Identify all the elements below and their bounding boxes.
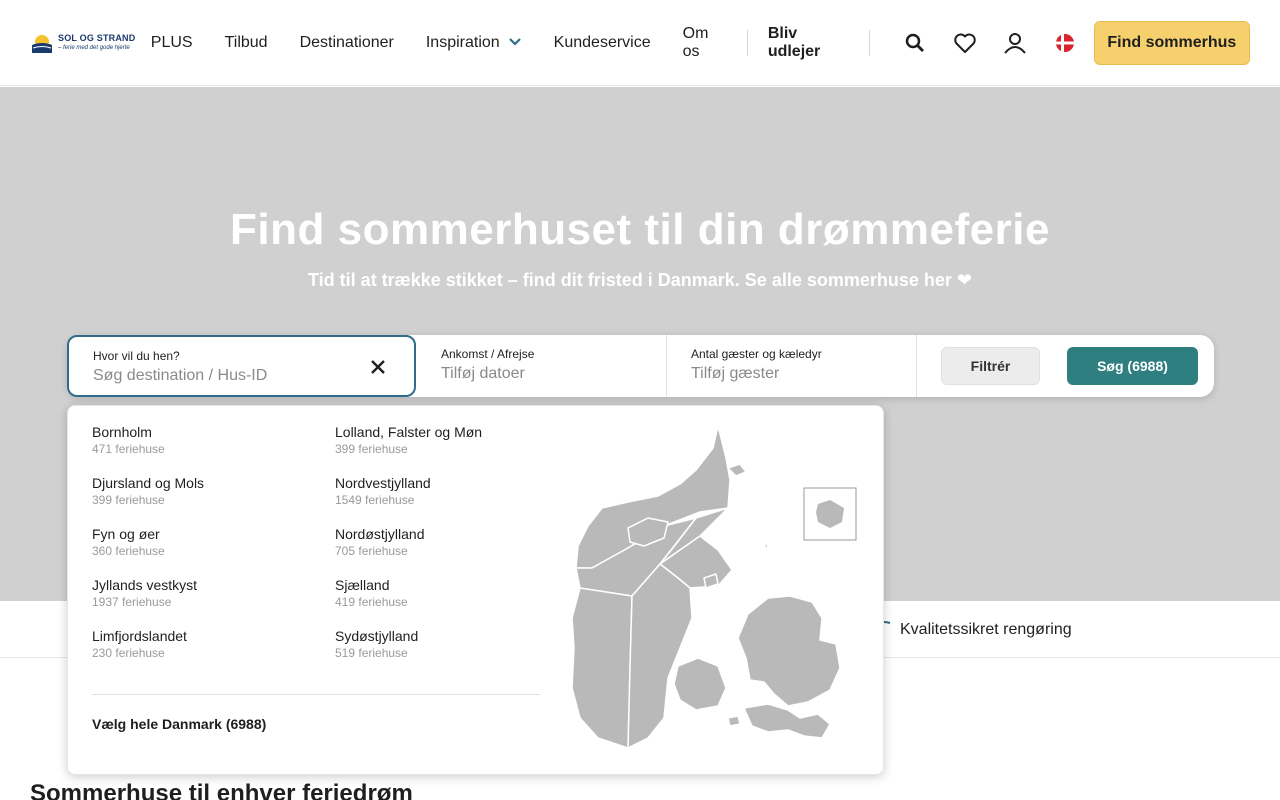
- region-option-sjaelland[interactable]: Sjælland 419 feriehuse: [335, 577, 408, 609]
- region-count: 230 feriehuse: [92, 646, 165, 660]
- destination-input[interactable]: Søg destination / Hus-ID: [93, 367, 390, 385]
- section-title: Sommerhuse til enhver feriedrøm: [30, 780, 413, 800]
- destination-label: Hvor vil du hen?: [93, 349, 180, 363]
- nav-item-om-os[interactable]: Om os: [683, 25, 727, 61]
- region-option-limfjordslandet[interactable]: Limfjordslandet 230 feriehuse: [92, 628, 187, 660]
- nav-item-tilbud[interactable]: Tilbud: [225, 34, 268, 52]
- search-icon[interactable]: [890, 23, 940, 63]
- region-option-sydostjylland[interactable]: Sydøstjylland 519 feriehuse: [335, 628, 418, 660]
- region-option-jyllands-vestkyst[interactable]: Jyllands vestkyst 1937 feriehuse: [92, 577, 197, 609]
- map-region-sjaelland: [737, 595, 841, 707]
- guests-field[interactable]: Antal gæster og kæledyr Tilføj gæster: [667, 335, 917, 397]
- region-name: Sydøstjylland: [335, 628, 419, 644]
- map-region-lolland: [743, 703, 831, 739]
- danish-flag-icon[interactable]: [1040, 23, 1090, 63]
- region-name: Limfjordslandet: [92, 628, 187, 644]
- region-count: 1549 feriehuse: [335, 493, 415, 507]
- nav-label: Inspiration: [425, 33, 500, 51]
- destination-field[interactable]: Hvor vil du hen? Søg destination / Hus-I…: [67, 335, 416, 397]
- region-option-bornholm[interactable]: Bornholm 471 feriehuse: [92, 424, 165, 456]
- search-bar: Hvor vil du hen? Søg destination / Hus-I…: [67, 335, 1214, 397]
- select-all-denmark[interactable]: Vælg hele Danmark (6988): [92, 716, 266, 732]
- nav-item-inspiration[interactable]: Inspiration: [426, 34, 522, 52]
- region-option-nordostjylland[interactable]: Nordøstjylland 705 feriehuse: [335, 526, 424, 558]
- region-count: 360 feriehuse: [92, 544, 165, 558]
- dates-input[interactable]: Tilføj datoer: [441, 365, 642, 383]
- region-name: Djursland og Mols: [92, 475, 205, 491]
- dropdown-divider: [92, 694, 540, 695]
- benefit-label: Kvalitetssikret rengøring: [900, 620, 1072, 638]
- map-region-bornholm: [816, 500, 844, 528]
- nav-divider: [868, 29, 870, 56]
- region-count: 419 feriehuse: [335, 595, 408, 609]
- close-icon[interactable]: [370, 359, 386, 375]
- destination-dropdown: Bornholm 471 feriehuse Djursland og Mols…: [67, 405, 884, 775]
- heart-icon[interactable]: [940, 23, 990, 63]
- region-name: Jyllands vestkyst: [92, 577, 198, 593]
- region-name: Bornholm: [92, 424, 152, 440]
- user-icon[interactable]: [990, 23, 1040, 63]
- region-count: 399 feriehuse: [92, 493, 165, 507]
- nav-label: Destinationer: [299, 33, 394, 51]
- region-option-fyn[interactable]: Fyn og øer 360 feriehuse: [92, 526, 165, 558]
- region-name: Fyn og øer: [92, 526, 160, 542]
- find-sommerhus-button[interactable]: Find sommerhus: [1093, 20, 1250, 65]
- region-name: Lolland, Falster og Møn: [335, 424, 483, 440]
- guests-input[interactable]: Tilføj gæster: [691, 365, 892, 383]
- region-count: 471 feriehuse: [92, 442, 165, 456]
- nav-item-bliv-udlejer[interactable]: Bliv udlejer: [768, 25, 849, 61]
- guests-label: Antal gæster og kæledyr: [691, 347, 822, 361]
- hero-title: Find sommerhuset til din drømmeferie: [230, 205, 1050, 254]
- site-header: SOL OG STRAND – ferie med det gode hjert…: [0, 0, 1280, 86]
- region-count: 399 feriehuse: [335, 442, 408, 456]
- nav-divider: [746, 29, 748, 56]
- nav-label: PLUS: [150, 33, 193, 51]
- header-icons: [890, 23, 1090, 63]
- search-button[interactable]: Søg (6988): [1067, 347, 1198, 385]
- region-count: 1937 feriehuse: [92, 595, 172, 609]
- filter-button[interactable]: Filtrér: [941, 347, 1040, 385]
- region-count: 519 feriehuse: [335, 646, 408, 660]
- nav-item-plus[interactable]: PLUS: [151, 34, 193, 52]
- chevron-down-icon: [508, 34, 522, 52]
- map-region-sydostjylland: [627, 563, 693, 749]
- region-count: 705 feriehuse: [335, 544, 408, 558]
- region-option-djursland[interactable]: Djursland og Mols 399 feriehuse: [92, 475, 204, 507]
- logo[interactable]: SOL OG STRAND – ferie med det gode hjert…: [30, 31, 139, 55]
- dates-label: Ankomst / Afrejse: [441, 347, 535, 361]
- region-option-lolland[interactable]: Lolland, Falster og Møn 399 feriehuse: [335, 424, 482, 456]
- denmark-map[interactable]: [568, 418, 868, 758]
- region-option-nordvestjylland[interactable]: Nordvestjylland 1549 feriehuse: [335, 475, 431, 507]
- map-region-fyn: [673, 657, 727, 711]
- benefit-item: Kvalitetssikret rengøring: [876, 619, 1072, 640]
- sun-logo-icon: [30, 31, 54, 55]
- logo-name: SOL OG STRAND: [58, 33, 136, 43]
- logo-tagline: – ferie med det gode hjerte: [58, 45, 130, 51]
- region-name: Nordøstjylland: [335, 526, 425, 542]
- nav-label: Tilbud: [224, 33, 268, 51]
- nav-item-destinationer[interactable]: Destinationer: [300, 34, 394, 52]
- hero-subtitle[interactable]: Tid til at trække stikket – find dit fri…: [0, 270, 1280, 291]
- nav-label: Bliv udlejer: [767, 24, 821, 60]
- nav-label: Om os: [682, 24, 709, 60]
- nav-label: Kundeservice: [553, 33, 651, 51]
- region-name: Nordvestjylland: [335, 475, 431, 491]
- nav-item-kundeservice[interactable]: Kundeservice: [554, 34, 651, 52]
- main-nav: PLUS Tilbud Destinationer Inspiration Ku…: [151, 25, 890, 61]
- region-name: Sjælland: [335, 577, 390, 593]
- dates-field[interactable]: Ankomst / Afrejse Tilføj datoer: [417, 335, 667, 397]
- map-region-jyllands-vestkyst: [571, 587, 633, 749]
